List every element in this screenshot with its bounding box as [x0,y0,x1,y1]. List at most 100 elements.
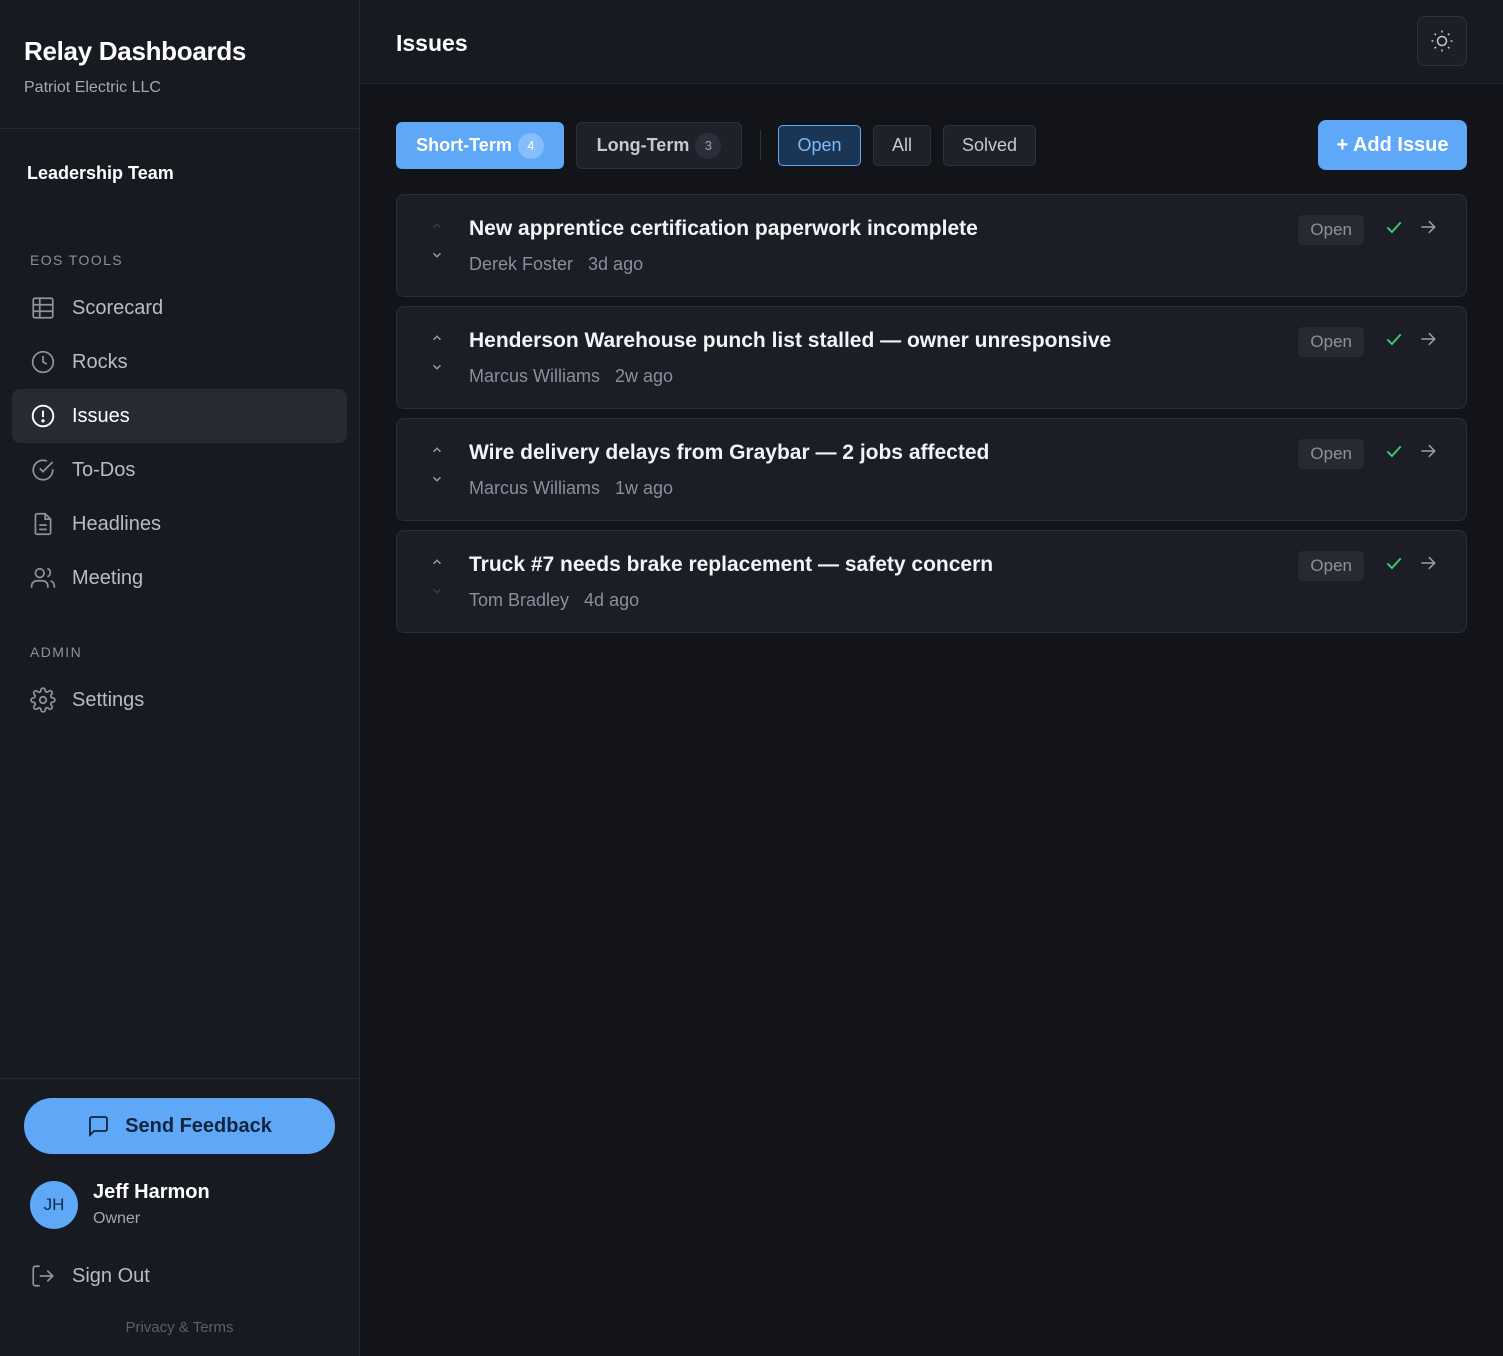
sidebar: Relay Dashboards Patriot Electric LLC Le… [0,0,360,1356]
alert-circle-icon [30,403,56,429]
issue-list: New apprentice certification paperwork i… [396,194,1467,642]
sidebar-item-label: Meeting [72,566,144,589]
tab-short-term[interactable]: Short-Term 4 [396,122,564,169]
issue-title: Henderson Warehouse punch list stalled —… [469,329,1112,352]
solve-button[interactable] [1382,439,1406,463]
check-circle-icon [30,457,56,483]
sidebar-item-label: Rocks [72,350,128,373]
count-badge: 3 [695,132,722,159]
brand: Relay Dashboards Patriot Electric LLC [0,0,359,129]
issue-title: Truck #7 needs brake replacement — safet… [469,553,994,576]
send-feedback-button[interactable]: Send Feedback [24,1098,335,1154]
issue-owner: Marcus Williams [469,366,601,386]
chevron-down-icon [430,472,444,486]
issue-card[interactable]: Wire delivery delays from Graybar — 2 jo… [396,418,1467,521]
issues-toolbar: Short-Term 4 Long-Term 3 Open All Solved… [396,120,1467,170]
move-up-button[interactable] [427,216,447,236]
user-name: Jeff Harmon [93,1181,210,1203]
solve-button[interactable] [1382,215,1406,239]
sidebar-item-label: Headlines [72,512,161,535]
status-badge[interactable]: Open [1298,327,1364,357]
chevron-up-icon [430,219,444,233]
sidebar-item-rocks[interactable]: Rocks [12,335,347,389]
top-bar: Issues [360,0,1503,84]
section-label-eos-tools: EOS Tools [30,252,124,268]
issue-meta: Tom Bradley 4d ago [469,590,639,611]
status-badge[interactable]: Open [1298,215,1364,245]
brand-title: Relay Dashboards [24,36,247,66]
sign-out-label: Sign Out [72,1264,150,1287]
chevron-up-icon [430,555,444,569]
sidebar-item-label: To-Dos [72,458,136,481]
sidebar-footer: Send Feedback JH Jeff Harmon Owner Sign … [0,1078,359,1356]
arrow-right-icon [1418,441,1438,461]
issue-card[interactable]: Henderson Warehouse punch list stalled —… [396,306,1467,409]
privacy-terms-link[interactable]: Privacy & Terms [0,1319,359,1336]
filter-solved-button[interactable]: Solved [943,125,1036,166]
status-badge[interactable]: Open [1298,439,1364,469]
issue-age: 2w ago [615,366,674,386]
solve-button[interactable] [1382,551,1406,575]
gear-icon [30,687,56,713]
sidebar-item-settings[interactable]: Settings [12,673,347,727]
issue-meta: Marcus Williams 2w ago [469,366,673,387]
move-up-button[interactable] [427,552,447,572]
users-icon [30,565,56,591]
chevron-down-icon [430,360,444,374]
issue-age: 1w ago [615,478,674,498]
issue-title: Wire delivery delays from Graybar — 2 jo… [469,441,990,464]
chevron-down-icon [430,584,444,598]
sidebar-item-issues[interactable]: Issues [12,389,347,443]
sun-icon [1430,29,1454,53]
open-issue-button[interactable] [1416,327,1440,351]
issue-title: New apprentice certification paperwork i… [469,217,978,240]
issue-meta: Derek Foster 3d ago [469,254,643,275]
move-down-button[interactable] [427,581,447,601]
sign-out-button[interactable]: Sign Out [30,1263,150,1289]
toolbar-divider [760,130,761,160]
chevron-up-icon [430,331,444,345]
issue-card[interactable]: New apprentice certification paperwork i… [396,194,1467,297]
move-up-button[interactable] [427,440,447,460]
theme-toggle-button[interactable] [1417,16,1467,66]
sidebar-item-scorecard[interactable]: Scorecard [12,281,347,335]
grid-table-icon [30,295,56,321]
move-up-button[interactable] [427,328,447,348]
user-role: Owner [93,1210,141,1227]
issue-meta: Marcus Williams 1w ago [469,478,673,499]
open-issue-button[interactable] [1416,215,1440,239]
company-name: Patriot Electric LLC [24,79,161,96]
sidebar-item-todos[interactable]: To-Dos [12,443,347,497]
avatar: JH [30,1181,78,1229]
log-out-icon [30,1263,56,1289]
move-down-button[interactable] [427,357,447,377]
tab-long-term[interactable]: Long-Term 3 [576,122,742,169]
arrow-right-icon [1418,329,1438,349]
team-selector[interactable]: Leadership Team [27,163,174,184]
move-down-button[interactable] [427,469,447,489]
sidebar-item-label: Settings [72,688,145,711]
status-badge[interactable]: Open [1298,551,1364,581]
filter-open-button[interactable]: Open [778,125,861,166]
clock-icon [30,349,56,375]
issue-card[interactable]: Truck #7 needs brake replacement — safet… [396,530,1467,633]
check-icon [1384,217,1404,237]
open-issue-button[interactable] [1416,551,1440,575]
arrow-right-icon [1418,217,1438,237]
solve-button[interactable] [1382,327,1406,351]
sidebar-item-headlines[interactable]: Headlines [12,497,347,551]
open-issue-button[interactable] [1416,439,1440,463]
issue-owner: Tom Bradley [469,590,570,610]
add-issue-button[interactable]: + Add Issue [1318,120,1467,170]
filter-all-button[interactable]: All [873,125,931,166]
count-badge: 4 [517,132,544,159]
sidebar-item-meeting[interactable]: Meeting [12,551,347,605]
section-label-admin: ADMIN [30,644,83,660]
issue-owner: Marcus Williams [469,478,601,498]
arrow-right-icon [1418,553,1438,573]
chevron-up-icon [430,443,444,457]
message-square-icon [87,1114,111,1138]
move-down-button[interactable] [427,245,447,265]
issue-age: 3d ago [588,254,644,274]
issue-owner: Derek Foster [469,254,574,274]
